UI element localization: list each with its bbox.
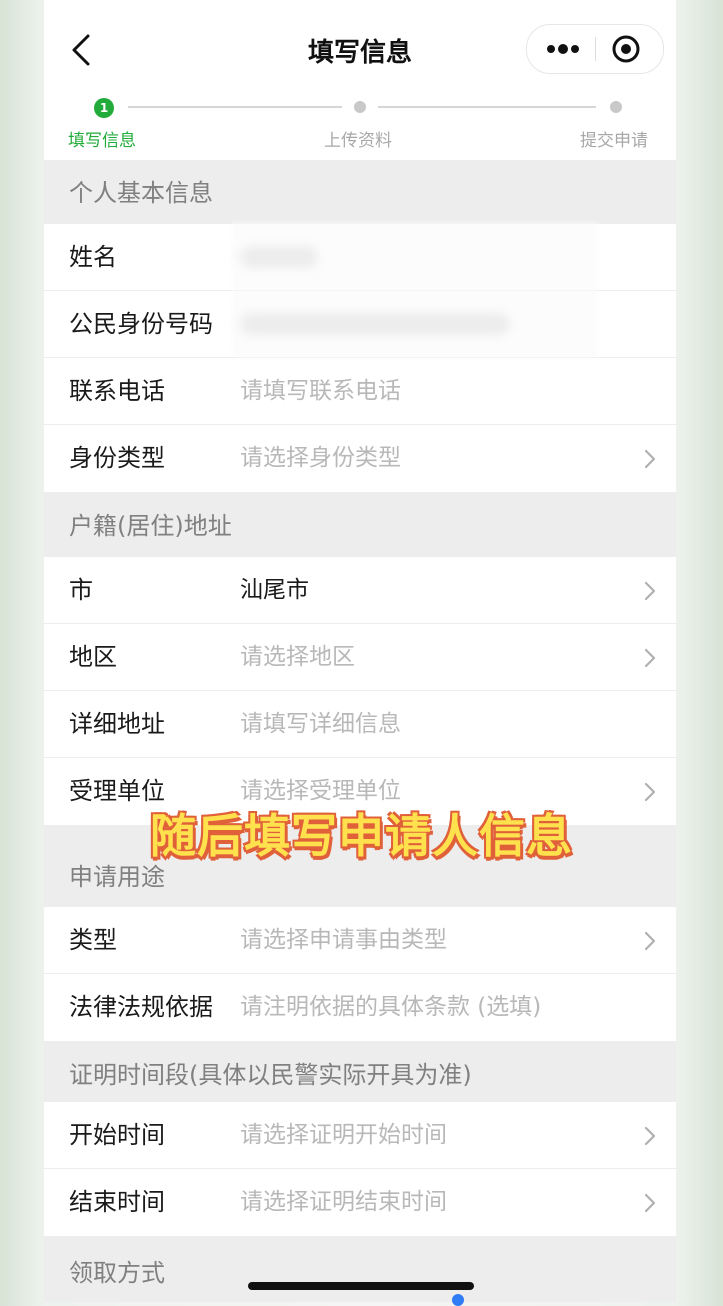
mini-program-screen: 填写信息 1 填写信息 上传资料 提交申请 个人基本信息 姓名 公民身份号码 联… [44,0,676,1302]
chevron-right-icon [644,448,656,470]
step-1-label: 填写信息 [68,131,136,151]
progress-steps: 1 填写信息 上传资料 提交申请 [44,92,676,160]
home-indicator[interactable] [248,1282,474,1290]
row-label: 法律法规依据 [69,993,213,1021]
chevron-right-icon [644,1192,656,1214]
step-2-dot [354,101,366,113]
row-start-time[interactable]: 开始时间 请选择证明开始时间 [44,1102,676,1169]
section-header-personal: 个人基本信息 [69,179,213,207]
group-address: 市 汕尾市 地区 请选择地区 详细地址 请填写详细信息 受理单位 请选择受理单位 [44,557,676,825]
scroll-position-dot [452,1294,464,1306]
step-connector [128,106,342,108]
city-value[interactable]: 汕尾市 [240,557,309,624]
row-label: 联系电话 [69,377,165,405]
chevron-right-icon [644,647,656,669]
row-identity-type[interactable]: 身份类型 请选择身份类型 [44,425,676,492]
row-city[interactable]: 市 汕尾市 [44,557,676,624]
row-label: 身份类型 [69,444,165,472]
chevron-right-icon [644,580,656,602]
navigation-bar: 填写信息 [44,0,676,92]
row-label: 公民身份号码 [69,310,213,338]
more-dots-icon[interactable] [545,37,581,61]
group-period: 开始时间 请选择证明开始时间 结束时间 请选择证明结束时间 [44,1102,676,1236]
phone-input[interactable]: 请填写联系电话 [240,358,401,425]
row-label: 类型 [69,926,117,954]
step-1-dot: 1 [94,98,114,118]
row-end-time[interactable]: 结束时间 请选择证明结束时间 [44,1169,676,1236]
identity-type-select[interactable]: 请选择身份类型 [240,425,401,492]
capsule-menu [526,24,664,74]
redaction-overlay [232,222,598,358]
section-header-period: 证明时间段(具体以民警实际开具为准) [69,1061,472,1089]
row-phone[interactable]: 联系电话 请填写联系电话 [44,358,676,425]
start-time-select[interactable]: 请选择证明开始时间 [240,1102,447,1169]
row-legal-basis[interactable]: 法律法规依据 请注明依据的具体条款 (选填) [44,974,676,1041]
reason-type-select[interactable]: 请选择申请事由类型 [240,907,447,974]
section-header-address: 户籍(居住)地址 [69,512,232,540]
row-district[interactable]: 地区 请选择地区 [44,624,676,691]
step-3-dot [610,101,622,113]
group-purpose: 类型 请选择申请事由类型 法律法规依据 请注明依据的具体条款 (选填) [44,907,676,1041]
chevron-right-icon [644,930,656,952]
step-connector [378,106,596,108]
step-2-label: 上传资料 [324,131,392,151]
row-type[interactable]: 类型 请选择申请事由类型 [44,907,676,974]
capsule-divider [595,37,596,61]
row-label: 地区 [69,643,117,671]
detail-address-input[interactable]: 请填写详细信息 [240,691,401,758]
row-label: 结束时间 [69,1188,165,1216]
row-label: 开始时间 [69,1121,165,1149]
row-label: 详细地址 [69,710,165,738]
chevron-right-icon [644,1125,656,1147]
district-select[interactable]: 请选择地区 [240,624,355,691]
section-header-pickup: 领取方式 [69,1259,165,1287]
target-close-icon[interactable] [611,34,641,64]
end-time-select[interactable]: 请选择证明结束时间 [240,1169,447,1236]
step-3-label: 提交申请 [580,131,648,151]
video-caption: 随后填写申请人信息 [150,809,573,863]
row-detail-address[interactable]: 详细地址 请填写详细信息 [44,691,676,758]
legal-basis-input[interactable]: 请注明依据的具体条款 (选填) [240,974,541,1041]
row-label: 姓名 [69,243,117,271]
row-label: 市 [69,576,93,604]
